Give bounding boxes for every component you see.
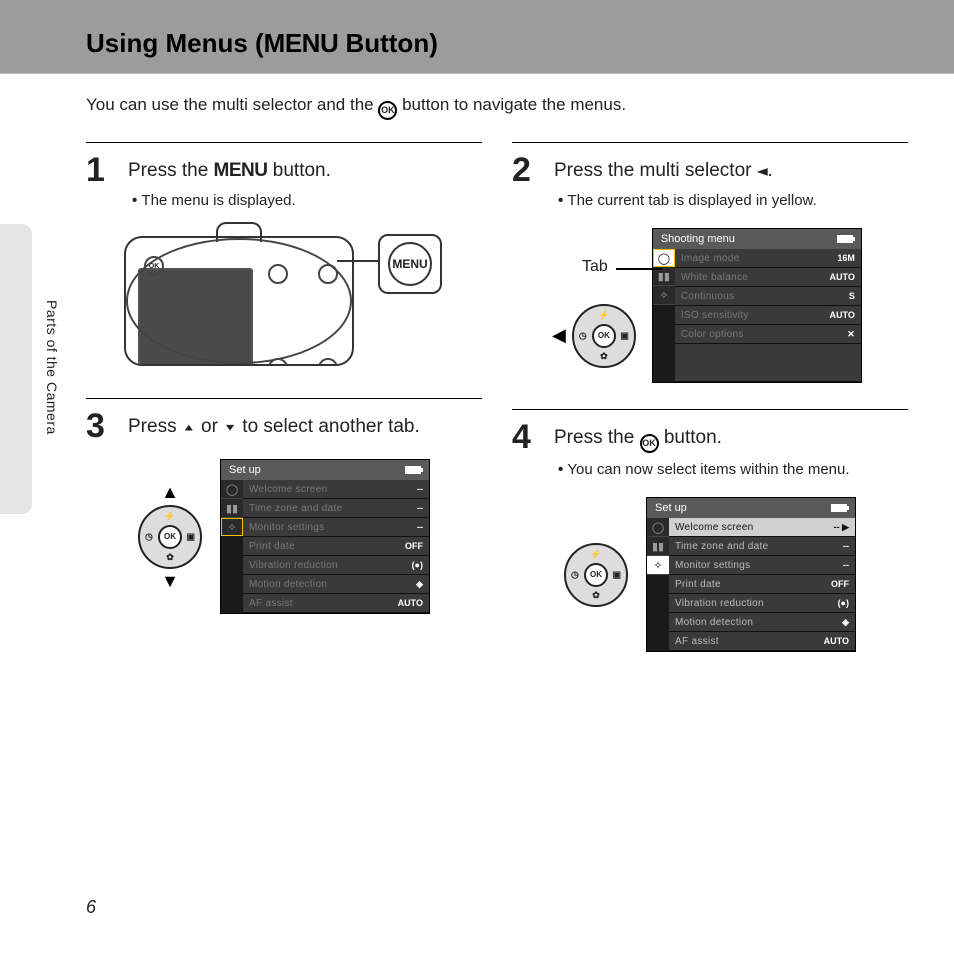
multi-selector: OK <box>126 238 182 294</box>
page-number: 6 <box>86 897 96 918</box>
lcd-tab-setup: ✧ <box>653 286 675 305</box>
tab-callout-line <box>616 268 662 270</box>
divider <box>86 142 482 143</box>
header-bar: Using Menus (MENU Button) <box>0 0 954 74</box>
lcd-setup-menu-selected: Set up ◯ ▮▮ ✧ Welcome screen-- ▶ Time zo… <box>646 497 856 652</box>
page-title: Using Menus (MENU Button) <box>86 28 954 59</box>
lcd-tab-setup: ✧ <box>221 518 243 536</box>
lcd-item: Vibration reduction(●) <box>669 594 855 613</box>
step-number: 1 <box>86 153 118 187</box>
down-triangle-icon: ▼ <box>223 421 237 434</box>
lcd-tab-shooting: ◯ <box>221 480 243 499</box>
ok-icon: OK <box>378 101 397 120</box>
menu-callout: MENU <box>378 234 442 294</box>
battery-icon <box>837 235 853 243</box>
divider <box>512 142 908 143</box>
step-3: 3 Press ▲ or ▼ to select another tab. <box>86 409 482 443</box>
camera-illustration: OK MENU <box>124 222 444 372</box>
step-1: 1 Press the MENU button. The menu is dis… <box>86 153 482 212</box>
lcd-setup-menu: Set up ◯ ▮▮ ✧ Welcome screen-- Time zone… <box>220 459 430 614</box>
step-number: 3 <box>86 409 118 443</box>
up-arrow-icon: ▲ <box>161 482 179 503</box>
step-number: 4 <box>512 420 544 454</box>
delete-button <box>318 358 338 366</box>
lcd-item: Motion detection◈ <box>669 613 855 632</box>
divider <box>512 409 908 410</box>
lcd-item: Monitor settings-- <box>669 556 855 575</box>
title-prefix: Using Menus ( <box>86 28 264 58</box>
multi-selector: ⚡✿ ◷▣ OK <box>138 505 202 569</box>
lcd-tab-movie: ▮▮ <box>221 499 243 518</box>
lcd-item: AF assistAUTO <box>243 594 429 613</box>
step-title: Press the OK button. <box>554 425 908 453</box>
ok-button: OK <box>592 324 616 348</box>
tab-callout-label: Tab <box>582 258 608 276</box>
lcd-item: Print dateOFF <box>243 537 429 556</box>
intro-after: button to navigate the menus. <box>402 95 626 114</box>
lcd-item: ContinuousS <box>675 287 861 306</box>
step2-figure: Tab ◀ ⚡✿ ◷▣ OK Shooting menu ◯ <box>512 228 908 383</box>
left-arrow-icon: ◀ <box>552 325 566 346</box>
lcd-item: Image mode16M <box>675 249 861 268</box>
lcd-item: Time zone and date-- <box>669 537 855 556</box>
ok-button: OK <box>158 525 182 549</box>
divider <box>86 398 482 399</box>
step-bullet: The menu is displayed. <box>132 190 482 213</box>
callout-line <box>337 260 379 262</box>
title-suffix: Button) <box>338 28 438 58</box>
multi-selector: ⚡✿ ◷▣ OK <box>564 543 628 607</box>
step-number: 2 <box>512 153 544 187</box>
lcd-title: Set up <box>229 464 261 476</box>
exposure-button <box>268 358 288 366</box>
lcd-item: Motion detection◈ <box>243 575 429 594</box>
page-edge-tab <box>0 224 32 514</box>
lcd-tab-setup: ✧ <box>647 556 669 575</box>
lcd-item: Print dateOFF <box>669 575 855 594</box>
lcd-item: Monitor settings-- <box>243 518 429 537</box>
step-title: Press the MENU button. <box>128 158 482 184</box>
lcd-item: Color options✕ <box>675 325 861 344</box>
lcd-shooting-menu: Shooting menu ◯ ▮▮ ✧ Image mode16M White… <box>652 228 862 383</box>
menu-label: MENU <box>388 242 432 286</box>
ok-icon: OK <box>640 434 659 453</box>
lcd-item: ISO sensitivityAUTO <box>675 306 861 325</box>
lcd-item: Vibration reduction(●) <box>243 556 429 575</box>
battery-icon <box>831 504 847 512</box>
step3-figure: ▲ ⚡✿ ◷▣ OK ▼ Set up ◯ ▮▮ ✧ <box>86 459 482 614</box>
lcd-title: Shooting menu <box>661 233 735 245</box>
down-arrow-icon: ▼ <box>161 571 179 592</box>
lcd-item-selected: Welcome screen-- ▶ <box>669 518 855 537</box>
step-2: 2 Press the multi selector ◀. The curren… <box>512 153 908 212</box>
lcd-tab-shooting: ◯ <box>653 249 675 267</box>
lcd-item: Time zone and date-- <box>243 499 429 518</box>
battery-icon <box>405 466 421 474</box>
lcd-title: Set up <box>655 502 687 514</box>
lcd-item <box>675 344 861 382</box>
lcd-tab-movie: ▮▮ <box>653 267 675 286</box>
lcd-tab-shooting: ◯ <box>647 518 669 537</box>
step4-figure: ⚡✿ ◷▣ OK Set up ◯ ▮▮ ✧ Welcome screen-- <box>512 497 908 652</box>
lcd-tab-movie: ▮▮ <box>647 537 669 556</box>
step-4: 4 Press the OK button. You can now selec… <box>512 420 908 481</box>
lcd-item: AF assistAUTO <box>669 632 855 651</box>
step-title: Press ▲ or ▼ to select another tab. <box>128 414 482 440</box>
step-bullet: You can now select items within the menu… <box>558 459 908 482</box>
intro-before: You can use the multi selector and the <box>86 95 378 114</box>
step-bullet: The current tab is displayed in yellow. <box>558 190 908 213</box>
left-triangle-icon: ◀ <box>757 165 768 178</box>
section-side-label: Parts of the Camera <box>44 300 60 435</box>
ok-button: OK <box>584 563 608 587</box>
lcd-item: Welcome screen-- <box>243 480 429 499</box>
title-menu-word: MENU <box>264 28 339 58</box>
up-triangle-icon: ▲ <box>182 421 196 434</box>
intro-text: You can use the multi selector and the O… <box>0 74 954 120</box>
multi-selector: ⚡✿ ◷▣ OK <box>572 304 636 368</box>
lcd-item: White balanceAUTO <box>675 268 861 287</box>
step-title: Press the multi selector ◀. <box>554 158 908 184</box>
